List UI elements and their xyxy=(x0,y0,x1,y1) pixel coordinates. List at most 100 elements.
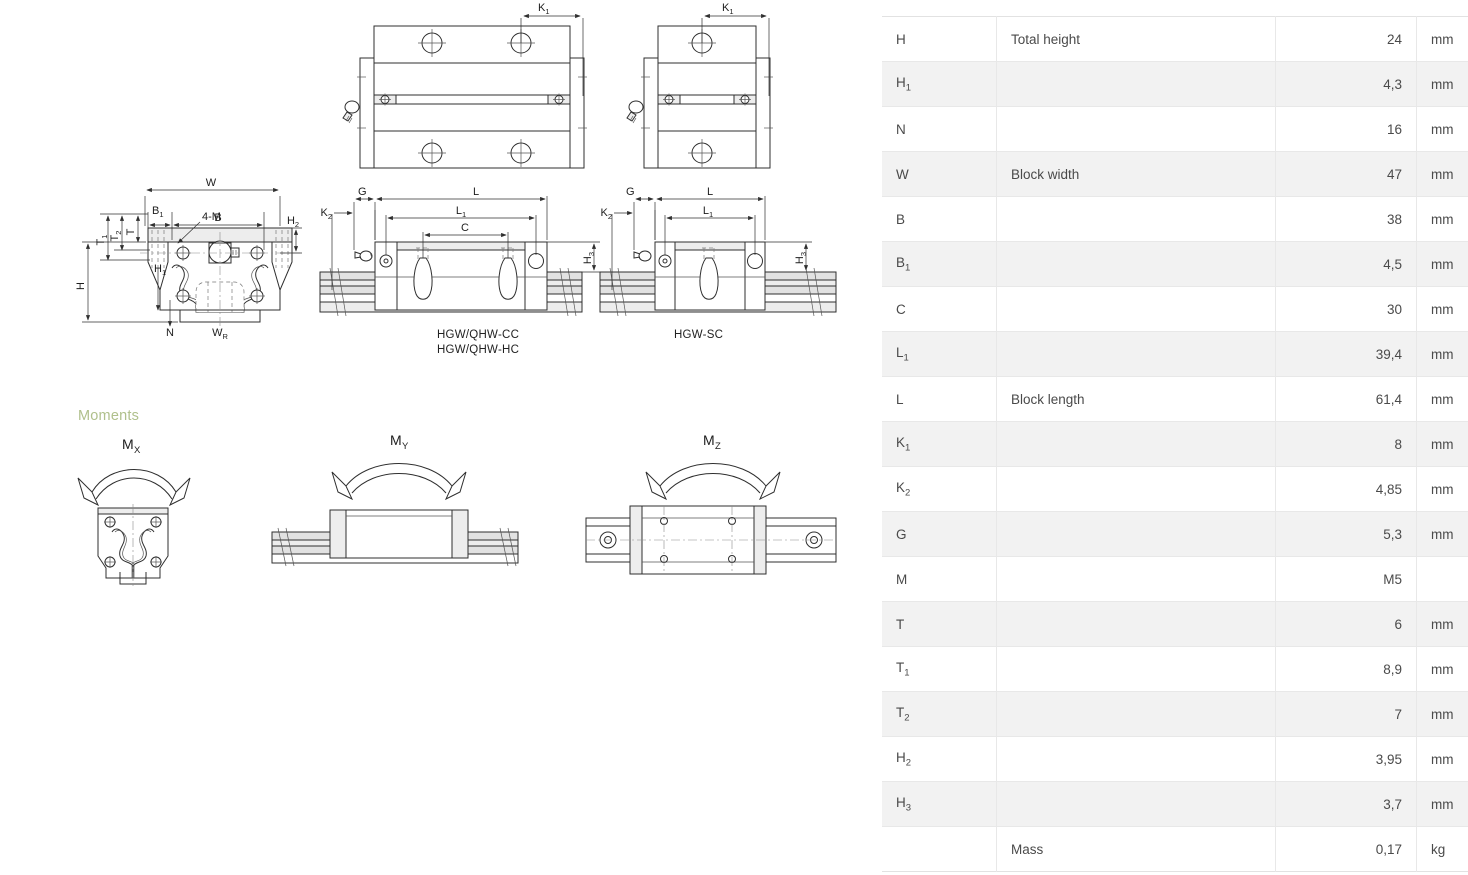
cell-description xyxy=(996,196,1276,242)
cell-description xyxy=(996,241,1276,287)
moment-mx-diagram xyxy=(77,469,191,588)
cell-symbol: H1 xyxy=(882,61,997,107)
spec-table-body: H Total height 24 mm H1 4,3 mm N 16 mm W Block widt… xyxy=(882,16,1468,872)
cell-symbol xyxy=(882,826,997,872)
table-row: L Block length 61,4 mm xyxy=(882,376,1468,422)
svg-text:H3: H3 xyxy=(582,252,596,264)
svg-text:T1: T1 xyxy=(95,235,109,246)
table-row: K1 8 mm xyxy=(882,421,1468,467)
cell-description xyxy=(996,106,1276,152)
side-view-long: L L1 C G K2 H3 xyxy=(319,186,600,317)
specifications-table: H Total height 24 mm H1 4,3 mm N 16 mm W Block widt… xyxy=(882,16,1468,872)
cell-value: 8,9 xyxy=(1275,646,1417,692)
caption-line-1: HGW/QHW-CC xyxy=(437,329,520,341)
svg-text:K2: K2 xyxy=(600,207,612,221)
svg-text:T2: T2 xyxy=(109,231,123,242)
cell-symbol: T2 xyxy=(882,691,997,737)
cell-description: Block width xyxy=(996,151,1276,197)
cell-value: 39,4 xyxy=(1275,331,1417,377)
cell-description xyxy=(996,61,1276,107)
cell-symbol: N xyxy=(882,106,997,152)
caption-line-1: HGW-SC xyxy=(674,329,724,341)
moment-mz-diagram xyxy=(585,463,837,575)
cell-value: 8 xyxy=(1275,421,1417,467)
svg-text:N: N xyxy=(166,327,174,339)
cell-symbol: T xyxy=(882,601,997,647)
cell-symbol: M xyxy=(882,556,997,602)
cell-unit: mm xyxy=(1416,376,1468,422)
moments-heading: Moments xyxy=(78,408,140,424)
svg-text:H3: H3 xyxy=(794,252,808,264)
table-row: L1 39,4 mm xyxy=(882,331,1468,377)
svg-text:H: H xyxy=(75,282,87,290)
table-row: H1 4,3 mm xyxy=(882,61,1468,107)
svg-text:4-M: 4-M xyxy=(202,211,221,223)
moment-label-mz: MZ xyxy=(703,432,721,452)
svg-text:H2: H2 xyxy=(287,215,299,229)
cell-description xyxy=(996,331,1276,377)
moment-axis: Z xyxy=(714,440,722,452)
cell-description: Mass xyxy=(996,826,1276,872)
cell-unit: mm xyxy=(1416,691,1468,737)
svg-text:K1: K1 xyxy=(538,2,550,16)
cell-value: 7 xyxy=(1275,691,1417,737)
top-view-narrow: K1 xyxy=(626,2,773,169)
cell-value: 61,4 xyxy=(1275,376,1417,422)
cell-symbol: G xyxy=(882,511,997,557)
cell-value: M5 xyxy=(1275,556,1417,602)
cell-description xyxy=(996,601,1276,647)
cell-description: Total height xyxy=(996,16,1276,62)
cell-unit xyxy=(1416,556,1468,602)
svg-text:G: G xyxy=(626,186,635,198)
cell-symbol: H xyxy=(882,16,997,62)
caption-line-2: HGW/QHW-HC xyxy=(437,344,520,356)
cell-symbol: B xyxy=(882,196,997,242)
cell-unit: mm xyxy=(1416,421,1468,467)
cell-value: 47 xyxy=(1275,151,1417,197)
cell-symbol: K2 xyxy=(882,466,997,512)
cell-value: 16 xyxy=(1275,106,1417,152)
cell-unit: mm xyxy=(1416,196,1468,242)
datasheet-page: .ln{stroke:#2f2f2f;stroke-width:1;fill:n… xyxy=(0,0,1468,875)
cell-unit: mm xyxy=(1416,151,1468,197)
table-row: G 5,3 mm xyxy=(882,511,1468,557)
moment-symbol: M xyxy=(122,436,134,452)
cell-value: 4,85 xyxy=(1275,466,1417,512)
table-row: T1 8,9 mm xyxy=(882,646,1468,692)
moment-label-mx: MX xyxy=(122,436,141,456)
cell-symbol: L1 xyxy=(882,331,997,377)
cell-unit: mm xyxy=(1416,736,1468,782)
cell-description xyxy=(996,466,1276,512)
cell-symbol: H2 xyxy=(882,736,997,782)
table-row: H2 3,95 mm xyxy=(882,736,1468,782)
svg-text:B1: B1 xyxy=(152,205,164,219)
top-view-wide: K1 xyxy=(342,2,587,169)
moment-axis: X xyxy=(133,444,141,456)
table-row: H Total height 24 mm xyxy=(882,16,1468,62)
table-row: T 6 mm xyxy=(882,601,1468,647)
cell-description xyxy=(996,691,1276,737)
cell-description xyxy=(996,556,1276,602)
cell-symbol: L xyxy=(882,376,997,422)
cell-description xyxy=(996,421,1276,467)
svg-text:G: G xyxy=(358,186,367,198)
cell-unit: mm xyxy=(1416,241,1468,287)
front-section-view: W B B1 H2 4-M H T1 T2 T H1 N WR xyxy=(75,177,302,341)
cell-symbol: C xyxy=(882,286,997,332)
cell-unit: kg xyxy=(1431,841,1446,857)
cell-unit: mm xyxy=(1416,466,1468,512)
moment-label-my: MY xyxy=(390,432,409,452)
cell-unit: mm xyxy=(1416,106,1468,152)
moment-my-diagram xyxy=(271,463,519,567)
cell-unit: mm xyxy=(1416,286,1468,332)
cell-value: 5,3 xyxy=(1275,511,1417,557)
cell-value: 6 xyxy=(1275,601,1417,647)
cell-unit: mm xyxy=(1416,16,1468,62)
cell-unit: mm xyxy=(1416,331,1468,377)
cell-value: 30 xyxy=(1275,286,1417,332)
svg-text:W: W xyxy=(206,177,217,189)
cell-symbol: B1 xyxy=(882,241,997,287)
svg-text:K1: K1 xyxy=(722,2,734,16)
svg-text:L1: L1 xyxy=(703,205,713,219)
svg-text:T: T xyxy=(125,228,137,235)
